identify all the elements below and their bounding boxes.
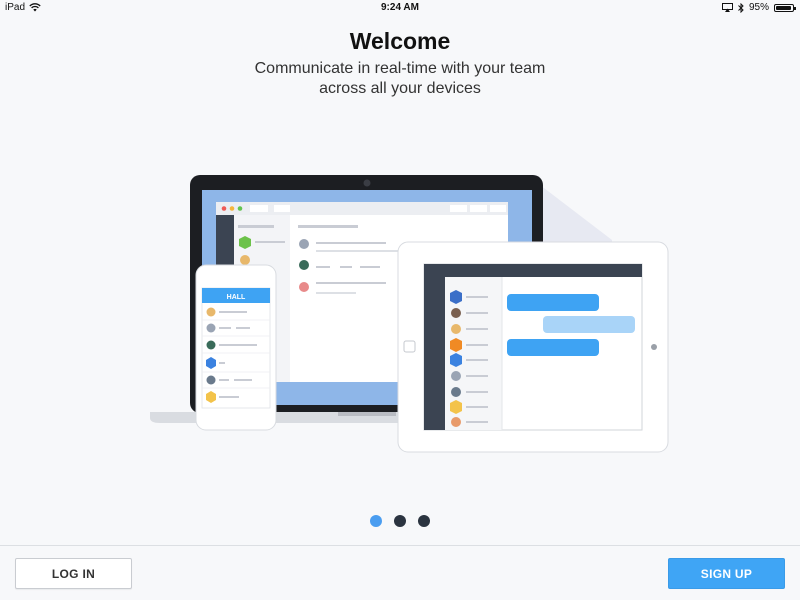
- page-dot-1[interactable]: [370, 515, 382, 527]
- laptop-shadow: [540, 185, 612, 245]
- page-indicator: [0, 515, 800, 527]
- page-dot-2[interactable]: [394, 515, 406, 527]
- login-button[interactable]: LOG IN: [15, 558, 132, 589]
- phone: HALL: [195, 264, 277, 431]
- devices-illustration: HALL: [150, 175, 669, 453]
- bottom-action-bar: LOG IN SIGN UP: [0, 545, 800, 600]
- tablet: [397, 241, 669, 453]
- phone-header-text: HALL: [227, 294, 246, 301]
- signup-button[interactable]: SIGN UP: [668, 558, 785, 589]
- page-dot-3[interactable]: [418, 515, 430, 527]
